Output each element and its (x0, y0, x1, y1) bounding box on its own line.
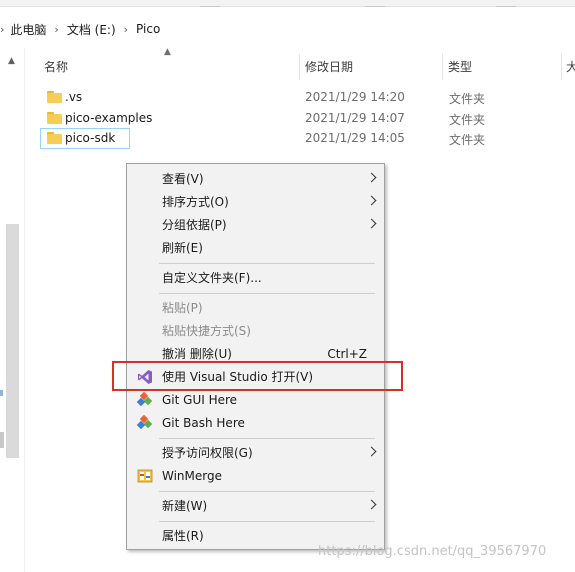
column-header-name[interactable]: 名称 (44, 54, 68, 80)
folder-icon (47, 132, 62, 144)
submenu-arrow-icon (366, 446, 377, 457)
ribbon-button-edge[interactable] (365, 0, 385, 7)
ribbon-button-edge[interactable] (496, 0, 516, 7)
file-row-selected[interactable]: pico-sdk 2021/1/29 14:05 文件夹 (40, 128, 575, 149)
submenu-arrow-icon (366, 499, 377, 510)
context-menu: 查看(V) 排序方式(O) 分组依据(P) 刷新(E) 自定义文件夹(F)...… (126, 163, 385, 550)
file-date: 2021/1/29 14:07 (305, 111, 405, 125)
git-bash-icon (137, 415, 153, 430)
breadcrumb-this-pc[interactable]: 此电脑 (10, 21, 46, 38)
menu-separator (159, 263, 375, 264)
menu-item-git-gui-here[interactable]: Git GUI Here (128, 389, 383, 411)
column-header-date[interactable]: 修改日期 (305, 54, 353, 80)
sort-ascending-icon: ▲ (164, 47, 171, 57)
watermark-text: https://blog.csdn.net/qq_39567970 (318, 544, 547, 559)
file-date: 2021/1/29 14:20 (305, 90, 405, 104)
menu-item-paste-shortcut[interactable]: 粘贴快捷方式(S) (128, 320, 383, 342)
annotation-highlight-box (112, 361, 403, 391)
menu-separator (159, 491, 375, 492)
breadcrumb-pico[interactable]: Pico (136, 22, 160, 36)
git-gui-icon (137, 392, 153, 407)
ribbon-button-edge[interactable] (200, 0, 220, 7)
breadcrumb-chevron-icon[interactable]: › (0, 23, 4, 36)
column-divider[interactable] (442, 54, 443, 80)
folder-icon (47, 112, 62, 124)
menu-item-sort[interactable]: 排序方式(O) (128, 191, 383, 213)
nav-item-fragment (0, 390, 3, 396)
menu-separator (159, 293, 375, 294)
folder-icon (47, 91, 62, 103)
menu-item-paste[interactable]: 粘贴(P) (128, 297, 383, 319)
file-type: 文件夹 (449, 133, 486, 147)
file-type: 文件夹 (449, 92, 486, 106)
file-date: 2021/1/29 14:05 (305, 131, 405, 145)
navigation-scrollbar-thumb[interactable] (6, 224, 19, 458)
menu-separator (159, 521, 375, 522)
menu-item-winmerge[interactable]: WinMerge (128, 465, 383, 487)
ribbon-strip (0, 0, 575, 7)
menu-item-customize-folder[interactable]: 自定义文件夹(F)... (128, 267, 383, 289)
file-name: .vs (65, 90, 83, 104)
file-name: pico-sdk (65, 131, 116, 145)
menu-item-grant-access[interactable]: 授予访问权限(G) (128, 442, 383, 464)
nav-item-fragment (0, 432, 4, 448)
column-divider[interactable] (561, 54, 562, 80)
menu-item-git-bash-here[interactable]: Git Bash Here (128, 412, 383, 434)
menu-item-group[interactable]: 分组依据(P) (128, 214, 383, 236)
column-divider[interactable] (299, 54, 300, 80)
breadcrumb-chevron-icon[interactable]: › (124, 23, 128, 36)
winmerge-icon (137, 469, 153, 483)
column-header-type[interactable]: 类型 (448, 54, 472, 80)
submenu-arrow-icon (366, 172, 377, 183)
file-explorer-window: › 此电脑 › 文档 (E:) › Pico ▲ ▲ 名称 修改日期 类型 大 … (0, 0, 575, 572)
file-name: pico-examples (65, 111, 153, 125)
file-row[interactable]: .vs 2021/1/29 14:20 文件夹 (40, 87, 575, 108)
submenu-arrow-icon (366, 195, 377, 206)
breadcrumb-chevron-icon[interactable]: › (54, 23, 58, 36)
menu-item-refresh[interactable]: 刷新(E) (128, 237, 383, 259)
file-row[interactable]: pico-examples 2021/1/29 14:07 文件夹 (40, 108, 575, 129)
submenu-arrow-icon (366, 218, 377, 229)
menu-item-view[interactable]: 查看(V) (128, 168, 383, 190)
address-bar[interactable]: › 此电脑 › 文档 (E:) › Pico (0, 14, 575, 44)
scroll-up-arrow-icon[interactable]: ▲ (8, 56, 15, 66)
breadcrumb-documents-drive[interactable]: 文档 (E:) (67, 21, 116, 38)
menu-separator (159, 438, 375, 439)
file-type: 文件夹 (449, 113, 486, 127)
column-header-size[interactable]: 大 (566, 54, 575, 80)
menu-item-new[interactable]: 新建(W) (128, 495, 383, 517)
